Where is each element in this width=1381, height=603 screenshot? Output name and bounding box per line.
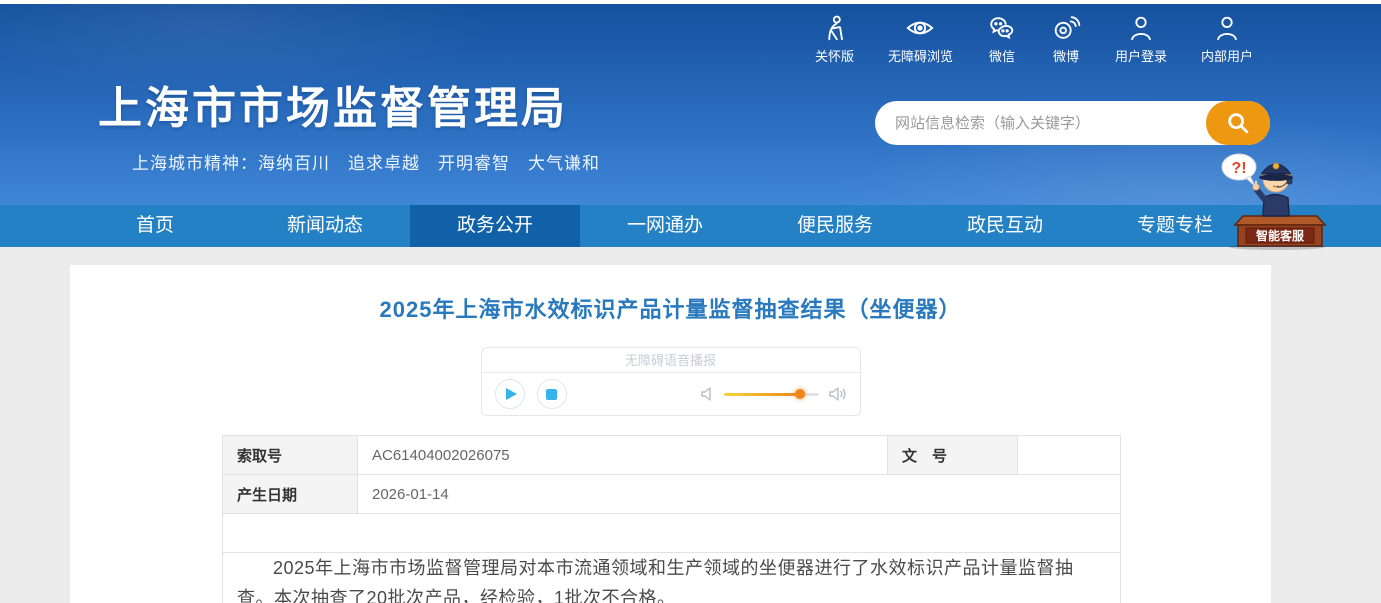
nav-item-news[interactable]: 新闻动态 bbox=[240, 205, 410, 247]
volume-fill bbox=[723, 392, 800, 396]
user-login-icon bbox=[1131, 16, 1151, 41]
quicklink-care-version[interactable]: 关怀版 bbox=[815, 13, 854, 65]
quicklink-label: 内部用户 bbox=[1200, 49, 1253, 64]
quicklink-internal-user[interactable]: 内部用户 bbox=[1201, 13, 1253, 65]
audio-play-button[interactable] bbox=[494, 379, 525, 409]
audio-player-header: 无障碍语音播报 bbox=[481, 348, 860, 373]
stop-icon bbox=[546, 388, 557, 400]
brand: 上海市市场监督管理局 上海城市精神：海纳百川 追求卓越 开明睿智 大气谦和 bbox=[98, 72, 600, 174]
quicklink-label: 无障碍浏览 bbox=[887, 49, 953, 64]
mascot-label: 智能客服 bbox=[1255, 228, 1305, 243]
audio-stop-button[interactable] bbox=[536, 379, 567, 409]
quick-links: 关怀版 无障碍浏览 微信 微博 用户登录 内部用户 bbox=[815, 13, 1253, 65]
article-title: 2025年上海市水效标识产品计量监督抽查结果（坐便器） bbox=[379, 297, 962, 322]
play-icon bbox=[505, 388, 517, 400]
audio-player: 无障碍语音播报 bbox=[480, 347, 861, 416]
wechat-icon bbox=[990, 17, 1014, 40]
quicklink-weibo[interactable]: 微博 bbox=[1051, 13, 1081, 65]
smart-service-mascot[interactable]: 智能客服 ?! bbox=[1213, 146, 1335, 250]
quicklink-user-login[interactable]: 用户登录 bbox=[1115, 13, 1167, 65]
quicklink-label: 微信 bbox=[988, 49, 1015, 64]
doc-number-label: 文 号 bbox=[887, 435, 1018, 475]
audio-controls bbox=[482, 373, 860, 415]
mascot-bubble-text: ?! bbox=[1231, 160, 1246, 177]
quicklink-label: 微博 bbox=[1052, 49, 1079, 64]
table-body-row: 2025年上海市市场监督管理局对本市流通领域和生产领域的坐便器进行了水效标识产品… bbox=[222, 552, 1121, 603]
index-number-value: AC61404002026075 bbox=[357, 435, 888, 475]
table-row: 索取号 AC61404002026075 文 号 bbox=[222, 435, 1121, 475]
mascot-podium: 智能客服 bbox=[1233, 215, 1327, 247]
search-bar bbox=[875, 101, 1270, 145]
eye-icon bbox=[906, 21, 935, 35]
search-icon bbox=[1228, 113, 1249, 134]
nav-item-interaction[interactable]: 政民互动 bbox=[920, 205, 1090, 247]
table-row: 产生日期 2026-01-14 bbox=[222, 474, 1121, 514]
quicklink-label: 用户登录 bbox=[1114, 49, 1167, 64]
nav-item-gov-disclosure[interactable]: 政务公开 bbox=[410, 205, 580, 247]
spacer-cell bbox=[222, 513, 1121, 553]
quicklink-accessibility[interactable]: 无障碍浏览 bbox=[888, 13, 953, 65]
nav-item-public-services[interactable]: 便民服务 bbox=[750, 205, 920, 247]
article-body-paragraph: 2025年上海市市场监督管理局对本市流通领域和生产领域的坐便器进行了水效标识产品… bbox=[237, 558, 1074, 603]
main-nav: 首页 新闻动态 政务公开 一网通办 便民服务 政民互动 专题专栏 bbox=[0, 205, 1381, 247]
nav-item-home[interactable]: 首页 bbox=[70, 205, 240, 247]
issue-date-value: 2026-01-14 bbox=[357, 474, 1121, 514]
index-number-label: 索取号 bbox=[222, 435, 358, 475]
nav-item-one-stop-services[interactable]: 一网通办 bbox=[580, 205, 750, 247]
document-meta-table: 索取号 AC61404002026075 文 号 产生日期 2026-01-14… bbox=[222, 435, 1121, 603]
weibo-icon bbox=[1054, 16, 1081, 39]
volume-slider[interactable] bbox=[723, 389, 819, 399]
volume-low-icon bbox=[700, 387, 711, 401]
content-area: 2025年上海市水效标识产品计量监督抽查结果（坐便器） 无障碍语音播报 索取号 … bbox=[0, 247, 1381, 603]
page: 关怀版 无障碍浏览 微信 微博 用户登录 内部用户 上海市市场监督管理局 上海城… bbox=[0, 0, 1381, 603]
site-title: 上海市市场监督管理局 bbox=[98, 84, 568, 133]
nav-inner: 首页 新闻动态 政务公开 一网通办 便民服务 政民互动 专题专栏 bbox=[70, 205, 1260, 247]
mascot-speech-bubble: ?! bbox=[1221, 153, 1257, 187]
site-slogan: 上海城市精神：海纳百川 追求卓越 开明睿智 大气谦和 bbox=[132, 154, 600, 173]
article-card: 2025年上海市水效标识产品计量监督抽查结果（坐便器） 无障碍语音播报 索取号 … bbox=[70, 265, 1271, 603]
quicklink-wechat[interactable]: 微信 bbox=[987, 13, 1017, 65]
table-spacer-row bbox=[222, 513, 1121, 553]
volume-handle[interactable] bbox=[794, 389, 805, 399]
site-header: 关怀版 无障碍浏览 微信 微博 用户登录 内部用户 上海市市场监督管理局 上海城… bbox=[0, 4, 1381, 205]
doc-number-value bbox=[1017, 435, 1121, 475]
search-button[interactable] bbox=[1206, 101, 1270, 145]
quicklink-label: 关怀版 bbox=[814, 49, 854, 64]
article-body-cell: 2025年上海市市场监督管理局对本市流通领域和生产领域的坐便器进行了水效标识产品… bbox=[222, 552, 1121, 603]
internal-user-icon bbox=[1217, 16, 1237, 41]
volume-high-icon bbox=[828, 387, 845, 401]
elderly-icon bbox=[828, 15, 844, 41]
officer-figure bbox=[1252, 162, 1293, 217]
issue-date-label: 产生日期 bbox=[222, 474, 358, 514]
